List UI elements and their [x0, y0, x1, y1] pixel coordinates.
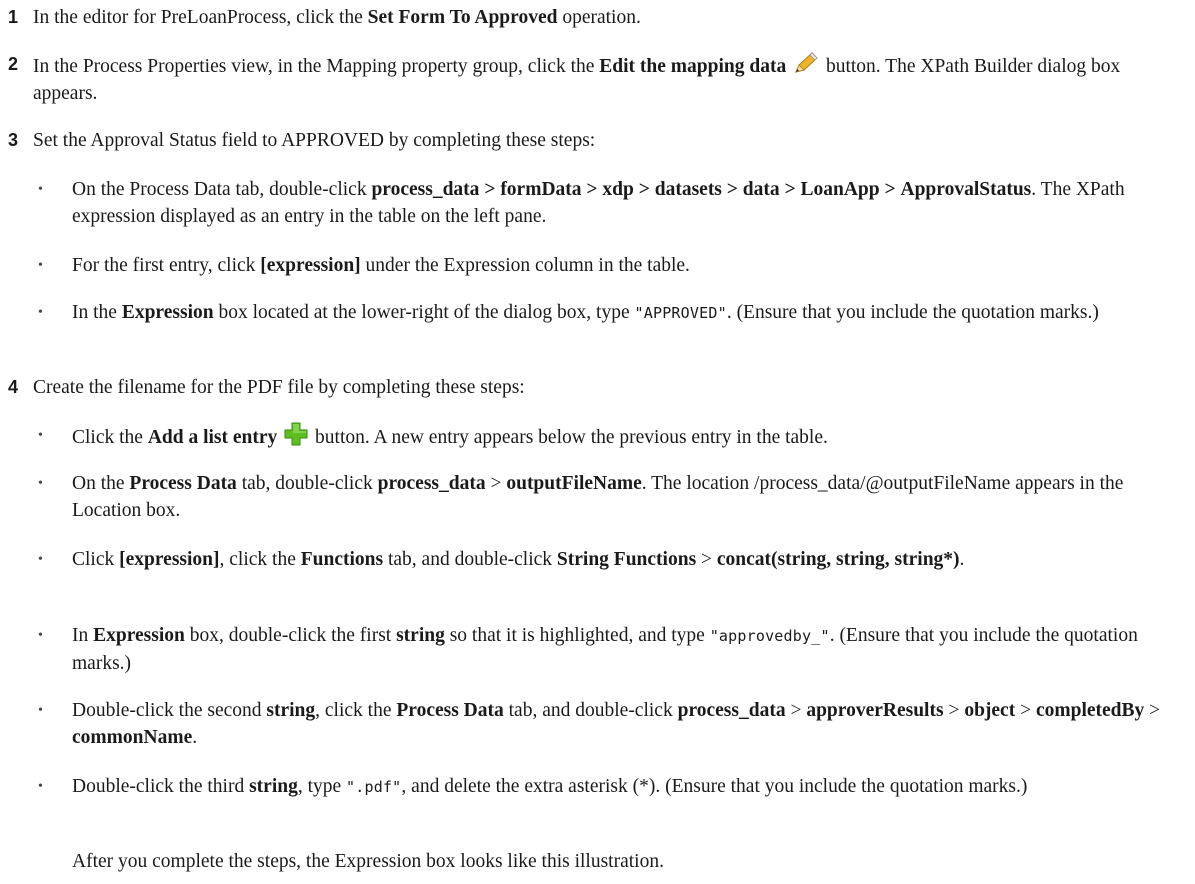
pencil-icon [795, 52, 818, 73]
after-steps-note: After you complete the steps, the Expres… [72, 851, 664, 872]
step-number: 4 [8, 377, 19, 397]
bullet-icon: • [38, 428, 43, 443]
step-text: In the editor for PreLoanProcess, click … [33, 7, 641, 28]
plus-icon [284, 422, 308, 446]
bullet-icon: • [38, 476, 43, 491]
bullet-icon: • [38, 305, 43, 320]
bullet-icon: • [38, 628, 43, 643]
step-text: Create the filename for the PDF file by … [33, 377, 525, 398]
bullet-icon: • [38, 779, 43, 794]
instructions-document: 1 In the editor for PreLoanProcess, clic… [0, 0, 1195, 884]
step-number: 2 [8, 54, 19, 74]
step-text: In the Process Properties view, in the M… [33, 51, 1187, 107]
bullet-icon: • [38, 182, 43, 197]
bullet-icon: • [38, 703, 43, 718]
step-text: Set the Approval Status field to APPROVE… [33, 130, 596, 151]
bullet-icon: • [38, 258, 43, 273]
step-number: 3 [8, 130, 19, 150]
step-number: 1 [8, 7, 19, 27]
bullet-icon: • [38, 552, 43, 567]
